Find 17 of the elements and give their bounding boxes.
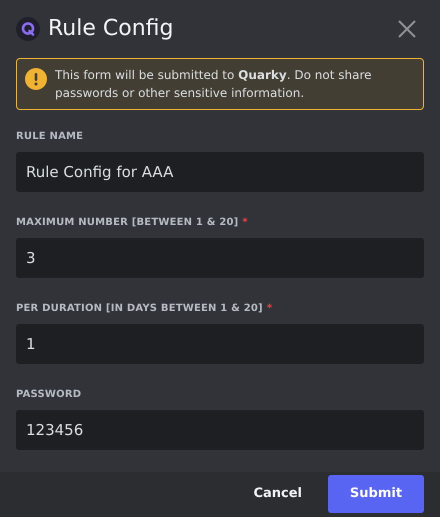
required-mark: *: [266, 302, 272, 316]
input-field[interactable]: 3: [16, 238, 424, 278]
dialog-title: Rule Config: [48, 18, 174, 40]
field-label: PER DURATION [IN DAYS BETWEEN 1 & 20]: [16, 302, 263, 316]
field-label: RULE NAME: [16, 130, 84, 144]
submit-button[interactable]: Submit: [328, 475, 424, 513]
warning-icon: [25, 68, 47, 90]
field-label: MAXIMUM NUMBER [BETWEEN 1 & 20]: [16, 216, 238, 230]
input-field[interactable]: 1: [16, 324, 424, 364]
notice-text: This form will be submitted to Quarky. Do not share passwords or other sensitive information.: [55, 67, 372, 102]
field-label: PASSWORD: [16, 388, 82, 402]
input-field[interactable]: 123456: [16, 410, 424, 450]
cancel-button[interactable]: Cancel: [237, 475, 318, 513]
close-icon[interactable]: [398, 20, 416, 38]
input-field[interactable]: Rule Config for AAA: [16, 152, 424, 192]
required-mark: *: [242, 216, 248, 230]
logo-icon: [16, 17, 40, 41]
